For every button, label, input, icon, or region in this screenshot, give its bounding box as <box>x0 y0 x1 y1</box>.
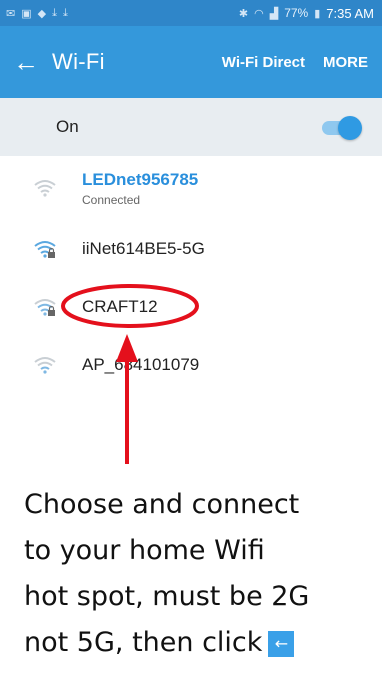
instruction-line-last: not 5G, then click ← <box>24 620 374 666</box>
wifi-lock-icon <box>34 241 56 258</box>
wifi-icon <box>34 357 56 374</box>
wifi-lock-icon <box>34 299 56 316</box>
app-bar: ← Wi-Fi Wi-Fi Direct MORE <box>0 26 382 98</box>
instruction-line: not 5G, then click <box>24 627 263 658</box>
wifi-direct-button[interactable]: Wi-Fi Direct <box>222 54 305 71</box>
back-arrow-icon: ← <box>268 630 295 657</box>
network-item[interactable]: iiNet614BE5-5G <box>0 220 382 278</box>
switch-thumb <box>338 116 362 140</box>
instruction-line: hot spot, must be 2G <box>24 581 310 612</box>
network-item[interactable]: AP_684101079 <box>0 336 382 394</box>
gallery-icon: ▣ <box>21 7 32 20</box>
back-arrow-icon[interactable]: ← <box>0 47 52 78</box>
network-name: LEDnet956785 <box>82 169 199 189</box>
status-bar: ✉ ▣ ◆ ⤓ ⤓ ✱ ◠ ▟ 77% ▮ 7:35 AM <box>0 0 382 26</box>
network-name: AP_684101079 <box>82 355 200 374</box>
status-system: ✱ ◠ ▟ 77% ▮ 7:35 AM <box>239 6 374 21</box>
wifi-icon <box>34 180 56 197</box>
network-text: iiNet614BE5-5G <box>82 239 205 259</box>
instruction-text: Choose and connect to your home Wifi hot… <box>24 482 374 666</box>
network-text: AP_684101079 <box>82 355 199 375</box>
bluetooth-icon: ✱ <box>238 7 249 20</box>
wifi-toggle-row[interactable]: On <box>0 98 382 156</box>
status-notifications: ✉ ▣ ◆ ⤓ ⤓ <box>6 7 68 20</box>
network-list: LEDnet956785 Connected iiNet614BE5-5G CR… <box>0 156 382 394</box>
more-button[interactable]: MORE <box>323 54 368 71</box>
battery-percent: 77% <box>284 6 309 20</box>
battery-icon: ▮ <box>314 7 321 20</box>
wifi-switch[interactable] <box>322 116 362 140</box>
network-status: Connected <box>82 192 141 207</box>
toggle-label: On <box>56 117 79 136</box>
tag-icon: ◆ <box>37 7 47 20</box>
instruction-line: to your home Wifi <box>24 535 265 566</box>
network-text: CRAFT12 <box>82 297 158 317</box>
download-icon: ⤓ <box>62 6 68 19</box>
signal-icon: ▟ <box>269 7 279 20</box>
network-name: iiNet614BE5-5G <box>82 239 205 258</box>
download-icon: ⤓ <box>52 6 57 19</box>
network-text: LEDnet956785 Connected <box>82 170 198 207</box>
mail-icon: ✉ <box>6 7 16 20</box>
wifi-status-icon: ◠ <box>254 7 264 20</box>
instruction-line: Choose and connect <box>24 489 300 520</box>
page-title: Wi-Fi <box>52 49 105 74</box>
network-item[interactable]: LEDnet956785 Connected <box>0 156 382 220</box>
network-name: CRAFT12 <box>82 297 158 316</box>
network-item[interactable]: CRAFT12 <box>0 278 382 336</box>
clock: 7:35 AM <box>326 5 374 21</box>
